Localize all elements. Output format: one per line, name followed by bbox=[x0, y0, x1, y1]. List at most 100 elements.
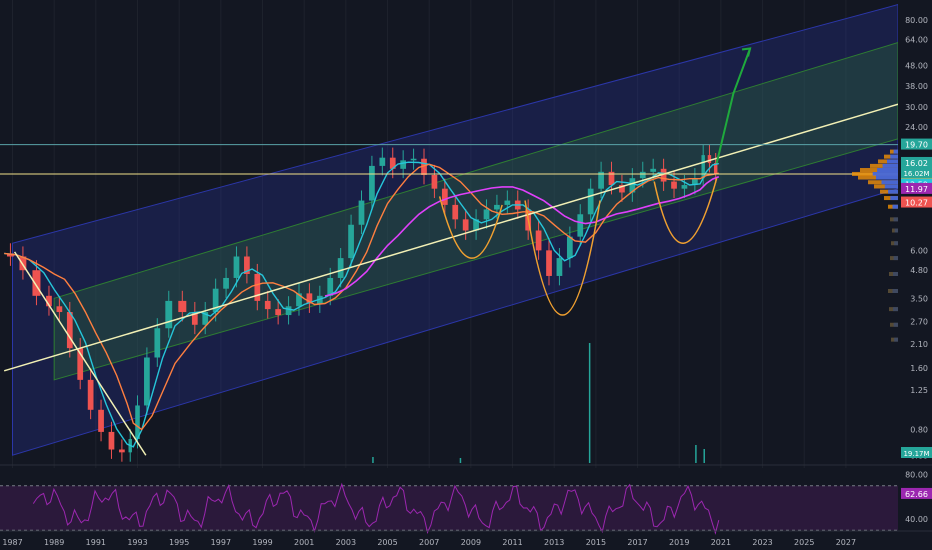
chart-root: 80.00 64.00 48.00 38.00 30.00 24.00 6.00 4.80 3.… bbox=[0, 0, 932, 550]
volume-profile-bar-inner bbox=[881, 180, 898, 185]
candle-body bbox=[98, 409, 104, 432]
price-axis-tick-label: 80.00 bbox=[905, 16, 928, 25]
candle-body bbox=[452, 204, 459, 220]
volume-profile-bar-inner bbox=[892, 204, 898, 209]
time-axis-tick-label: 2021 bbox=[711, 538, 731, 547]
candle-body bbox=[87, 379, 94, 410]
volume-profile-bar-inner bbox=[887, 159, 898, 164]
candle-body bbox=[504, 200, 511, 205]
volume-profile-bar-inner bbox=[876, 175, 898, 180]
candle-body bbox=[264, 300, 271, 310]
time-axis-tick-label: 1987 bbox=[2, 538, 22, 547]
candle-body bbox=[379, 157, 386, 166]
volume-profile-bar-inner bbox=[890, 196, 898, 201]
candle-body bbox=[165, 300, 173, 329]
volume-profile-bar-inner bbox=[872, 171, 898, 176]
candle-body bbox=[144, 357, 150, 406]
price-tag-label: 10.27 bbox=[905, 199, 928, 208]
volume-profile-bar-inner bbox=[884, 184, 898, 189]
candle-body bbox=[650, 168, 657, 172]
candle-body bbox=[556, 258, 563, 276]
time-axis-tick-label: 2025 bbox=[794, 538, 814, 547]
candle-body bbox=[56, 306, 63, 313]
price-axis-tick-label: 2.70 bbox=[910, 317, 928, 326]
volume-profile-bar-inner bbox=[893, 272, 898, 277]
price-axis-tick-label: 64.00 bbox=[905, 36, 928, 45]
time-axis-tick-label: 2007 bbox=[419, 538, 439, 547]
price-axis-tick-label: 38.00 bbox=[905, 82, 928, 91]
price-tag-label: 19.70 bbox=[905, 141, 928, 150]
volume-profile-bar-inner bbox=[894, 241, 898, 246]
price-axis-tick-label: 24.00 bbox=[905, 123, 928, 132]
volume-profile-bar-inner bbox=[888, 189, 898, 194]
volume-profile-tag-label: 16.02M bbox=[903, 170, 929, 178]
candle-body bbox=[66, 312, 73, 349]
time-axis-tick-label: 2001 bbox=[294, 538, 314, 547]
candle-body bbox=[431, 174, 438, 189]
candle-body bbox=[337, 258, 344, 278]
price-axis-tick-label: 1.25 bbox=[910, 386, 928, 395]
time-axis-tick-label: 2019 bbox=[669, 538, 689, 547]
volume-profile-bar-inner bbox=[894, 228, 898, 233]
candle-body bbox=[400, 160, 407, 169]
rsi-axis-tick-label: 40.00 bbox=[905, 515, 928, 524]
time-axis-tick-label: 2011 bbox=[502, 538, 522, 547]
price-axis-tick-label: 4.80 bbox=[910, 266, 928, 275]
price-axis-tick-label: 1.60 bbox=[910, 364, 928, 373]
time-axis-tick-label: 2015 bbox=[586, 538, 606, 547]
candle-body bbox=[369, 165, 375, 201]
time-axis-tick-label: 1991 bbox=[86, 538, 106, 547]
price-axis-tick-label: 0.80 bbox=[910, 426, 928, 435]
candle-body bbox=[441, 188, 448, 205]
price-axis-tick-label: 30.00 bbox=[905, 103, 928, 112]
candle-body bbox=[535, 230, 542, 251]
volume-profile-bar-inner bbox=[894, 337, 898, 342]
candle-body bbox=[154, 328, 161, 358]
volume-profile-bar-inner bbox=[877, 168, 898, 173]
time-axis-tick-label: 1995 bbox=[169, 538, 189, 547]
time-axis-tick-label: 2003 bbox=[336, 538, 356, 547]
volume-profile-bar-inner bbox=[893, 149, 898, 154]
price-axis-tick-label: 2.10 bbox=[910, 340, 928, 349]
candle-body bbox=[639, 171, 646, 179]
time-axis-tick-label: 1993 bbox=[127, 538, 147, 547]
time-axis-tick-label: 2023 bbox=[752, 538, 772, 547]
candle-body bbox=[410, 158, 417, 161]
price-chart[interactable]: 80.00 64.00 48.00 38.00 30.00 24.00 6.00 4.80 3.… bbox=[0, 0, 932, 550]
volume-profile-bar-inner bbox=[893, 217, 898, 222]
candle-body bbox=[275, 309, 282, 316]
candle-body bbox=[494, 204, 500, 210]
time-axis-tick-label: 1989 bbox=[44, 538, 64, 547]
time-axis-tick-label: 2009 bbox=[461, 538, 481, 547]
candle-body bbox=[671, 181, 677, 189]
volume-profile-bar-inner bbox=[893, 256, 898, 261]
price-axis-tick-label: 3.50 bbox=[910, 294, 928, 303]
candle-body bbox=[254, 274, 261, 301]
volume-profile-bar-inner bbox=[893, 307, 898, 312]
candle-body bbox=[285, 306, 292, 316]
candle-body bbox=[233, 256, 240, 278]
time-axis-tick-label: 1997 bbox=[211, 538, 231, 547]
price-tag-label: 11.97 bbox=[905, 185, 928, 194]
time-axis-tick-label: 2027 bbox=[836, 538, 856, 547]
candle-body bbox=[119, 449, 125, 453]
candle-body bbox=[546, 250, 552, 276]
candle-body bbox=[178, 300, 187, 313]
rsi-value-label: 62.66 bbox=[905, 490, 928, 499]
candle-body bbox=[223, 277, 229, 289]
candle-body bbox=[32, 270, 41, 296]
price-tag-label: 16.02 bbox=[905, 159, 928, 168]
price-axis-tick-label: 6.00 bbox=[910, 246, 928, 255]
candle-body bbox=[681, 185, 688, 189]
volume-tag-label: 19.17M bbox=[903, 450, 929, 458]
candle-body bbox=[358, 200, 365, 225]
candle-body bbox=[462, 219, 469, 231]
volume-profile-bar-inner bbox=[890, 154, 898, 159]
time-axis-tick-label: 2013 bbox=[544, 538, 564, 547]
candle-body bbox=[587, 188, 594, 215]
candle-body bbox=[348, 224, 354, 259]
time-axis-tick-label: 2017 bbox=[627, 538, 647, 547]
volume-profile-bar-inner bbox=[882, 163, 898, 168]
price-axis-tick-label: 48.00 bbox=[905, 61, 928, 70]
candle-body bbox=[483, 209, 490, 220]
